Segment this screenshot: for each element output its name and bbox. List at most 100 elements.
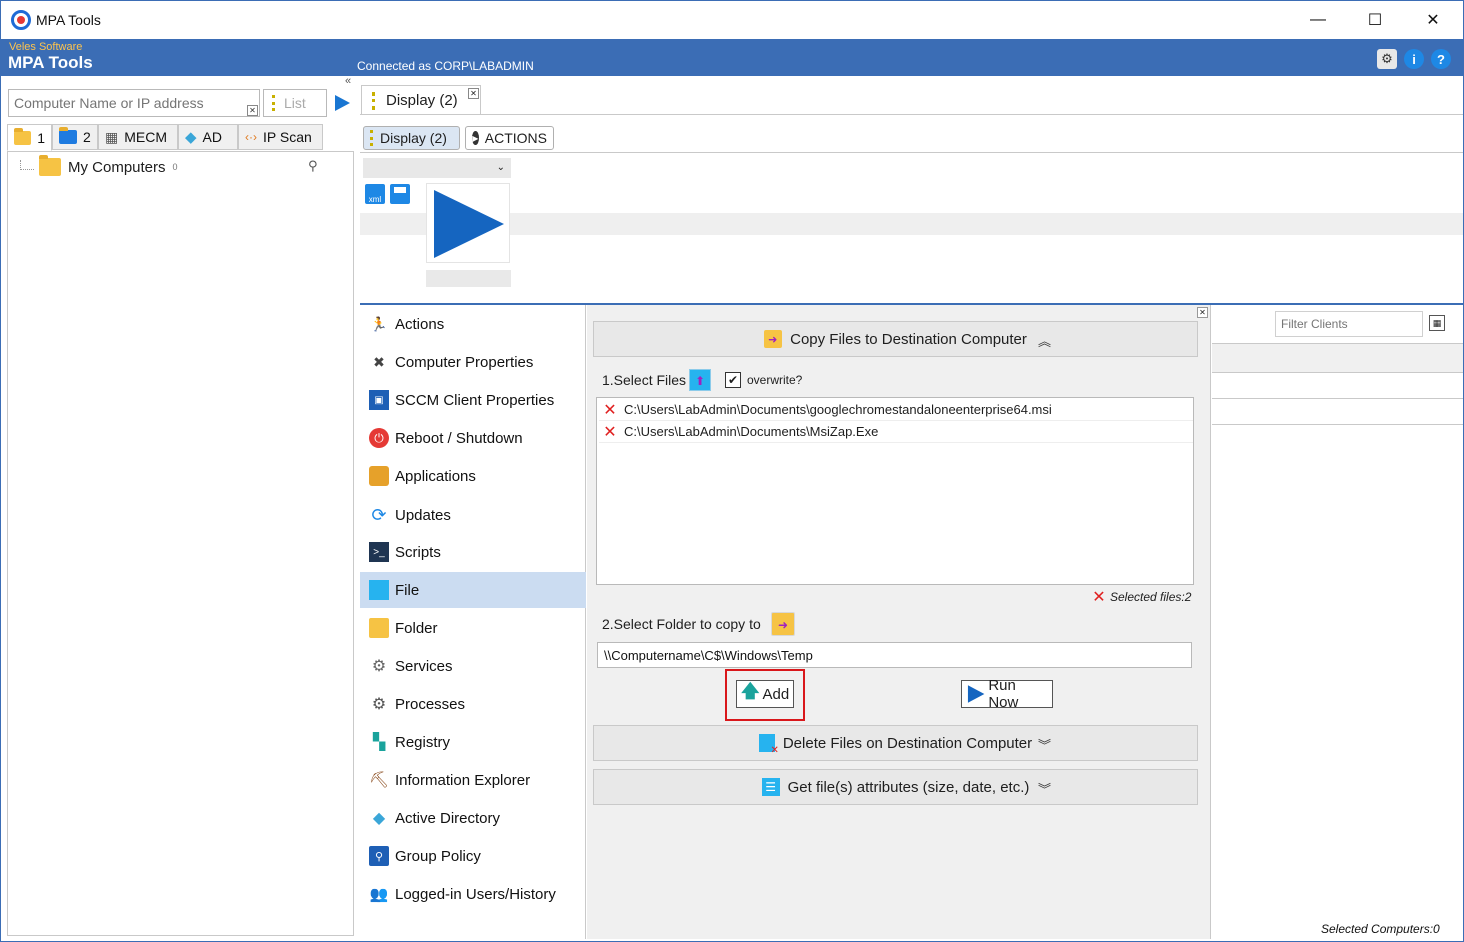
- subtab-display[interactable]: Display (2): [363, 126, 460, 150]
- tab-mecm[interactable]: ▦ MECM: [98, 124, 178, 150]
- category-actions[interactable]: 🏃 Actions: [360, 306, 586, 342]
- large-play-icon: [434, 190, 504, 258]
- tab-ip-scan[interactable]: ‹·› IP Scan: [238, 124, 323, 150]
- display-icon: [372, 91, 376, 110]
- window-title: MPA Tools: [36, 12, 101, 28]
- go-play-button[interactable]: [329, 89, 355, 117]
- chevron-up-icon: ︽: [1037, 334, 1051, 349]
- delete-file-icon: ✕: [758, 734, 779, 756]
- select-files-label: 1.Select Files: [602, 372, 687, 388]
- category-list: 🏃 Actions ✖ Computer Properties ▣ SCCM Clie…: [360, 305, 586, 939]
- destination-folder-input[interactable]: [597, 642, 1192, 668]
- pickaxe-icon: ⛏: [368, 772, 390, 789]
- tree-item-my-computers[interactable]: My Computers 0: [39, 155, 178, 176]
- view-dropdown[interactable]: ⌄: [363, 158, 511, 178]
- subtab-actions[interactable]: ▶ ACTIONS: [465, 126, 554, 150]
- chevron-down-icon: ︾: [1037, 782, 1051, 797]
- run-now-button[interactable]: Run Now: [961, 677, 1053, 711]
- tab-display[interactable]: Display (2): [361, 85, 481, 115]
- highlight-box: [725, 669, 805, 721]
- category-services[interactable]: ⚙ Services: [360, 648, 586, 684]
- users-icon: 👥: [369, 886, 389, 903]
- play-button-caption-area: [426, 270, 511, 287]
- selected-files-list[interactable]: ✕ C:\Users\LabAdmin\Documents\googlechro…: [596, 397, 1194, 585]
- computer-search-input[interactable]: [8, 89, 260, 117]
- minimize-button[interactable]: —: [1295, 7, 1341, 33]
- display-icon: [370, 130, 374, 146]
- category-registry[interactable]: ▚ Registry: [360, 724, 586, 760]
- category-applications[interactable]: Applications: [360, 458, 586, 494]
- tools-icon: ✖: [373, 353, 385, 370]
- category-updates[interactable]: ⟳ Updates: [360, 497, 586, 533]
- close-button[interactable]: ✕: [1410, 7, 1456, 33]
- play-icon: [967, 685, 985, 703]
- clients-header: [1212, 343, 1463, 372]
- overwrite-checkbox[interactable]: ✔: [725, 372, 741, 388]
- category-file[interactable]: File: [360, 572, 586, 608]
- remove-icon[interactable]: ✕: [602, 422, 618, 442]
- list-button[interactable]: List: [263, 89, 327, 117]
- overwrite-label: overwrite?: [747, 373, 803, 387]
- briefcase-icon: [369, 466, 389, 486]
- filter-clients-input[interactable]: [1275, 311, 1423, 337]
- category-logged-in-users[interactable]: 👥 Logged-in Users/History: [360, 876, 586, 912]
- maximize-button[interactable]: ☐: [1352, 7, 1398, 33]
- file-actions-panel: ➜ Copy Files to Destination Computer ︽ 1…: [587, 305, 1211, 939]
- category-sccm-client-properties[interactable]: ▣ SCCM Client Properties: [360, 382, 586, 418]
- list-item[interactable]: ✕ C:\Users\LabAdmin\Documents\googlechro…: [599, 399, 1193, 421]
- info-icon[interactable]: i: [1404, 49, 1424, 69]
- refresh-icon: ⟳: [371, 504, 387, 525]
- product-name: MPA Tools: [8, 53, 93, 72]
- selected-files-status: ✕ Selected files:2: [1091, 587, 1192, 607]
- run-play-button[interactable]: [426, 183, 510, 263]
- category-information-explorer[interactable]: ⛏ Information Explorer: [360, 762, 586, 798]
- vendor-name: Veles Software: [9, 41, 83, 53]
- export-xml-icon[interactable]: xml: [365, 184, 385, 204]
- calculator-icon[interactable]: ▦: [1429, 315, 1445, 331]
- sccm-icon: ▣: [369, 390, 389, 410]
- list-label: List: [284, 95, 306, 111]
- remove-icon[interactable]: ✕: [602, 400, 618, 420]
- select-files-icon[interactable]: ⬆: [689, 369, 711, 391]
- selected-computers-count: Selected Computers:0: [1321, 922, 1440, 936]
- terminal-icon: >_: [369, 542, 389, 562]
- tab-group-1[interactable]: 1: [7, 124, 52, 151]
- folder-icon: [39, 155, 61, 176]
- tab-group-2[interactable]: 2: [52, 124, 98, 150]
- connection-status: Connected as CORP\LABADMIN: [357, 59, 534, 73]
- process-icon: ⚙: [371, 696, 387, 713]
- copy-files-header[interactable]: ➜ Copy Files to Destination Computer ︽: [593, 321, 1198, 357]
- category-processes[interactable]: ⚙ Processes: [360, 686, 586, 722]
- chevron-down-icon: ︾: [1037, 738, 1051, 753]
- find-icon[interactable]: ⚲: [308, 158, 318, 174]
- app-logo-icon: [11, 10, 31, 30]
- file-attributes-header[interactable]: ☰ Get file(s) attributes (size, date, et…: [593, 769, 1198, 805]
- save-icon[interactable]: [390, 184, 410, 204]
- registry-icon: ▚: [372, 734, 386, 751]
- run-icon: 🏃: [370, 315, 388, 332]
- clear-files-icon[interactable]: ✕: [1091, 587, 1107, 607]
- clear-search-icon[interactable]: ✕: [247, 105, 258, 116]
- folder-icon: [14, 127, 32, 145]
- category-computer-properties[interactable]: ✖ Computer Properties: [360, 344, 586, 380]
- select-folder-icon[interactable]: ➜: [771, 612, 795, 636]
- list-item[interactable]: ✕ C:\Users\LabAdmin\Documents\MsiZap.Exe: [599, 421, 1193, 443]
- mecm-icon: ▦: [105, 128, 119, 145]
- category-group-policy[interactable]: ⚲ Group Policy: [360, 838, 586, 874]
- collapse-left-pane-icon[interactable]: «: [345, 75, 351, 87]
- divider: [1212, 424, 1463, 425]
- category-folder[interactable]: Folder: [360, 610, 586, 646]
- category-scripts[interactable]: >_ Scripts: [360, 534, 586, 570]
- category-active-directory[interactable]: ◆ Active Directory: [360, 800, 586, 836]
- tab-ad[interactable]: ◆ AD: [178, 124, 238, 150]
- settings-gear-icon[interactable]: ⚙: [1377, 49, 1397, 69]
- category-reboot-shutdown[interactable]: ⏻ Reboot / Shutdown: [360, 420, 586, 456]
- delete-files-header[interactable]: ✕ Delete Files on Destination Computer ︾: [593, 725, 1198, 761]
- divider: [1212, 343, 1463, 344]
- ad-icon: ◆: [185, 129, 197, 146]
- toolbar-band: [360, 213, 1463, 235]
- close-tab-icon[interactable]: ✕: [468, 88, 479, 99]
- close-panel-icon[interactable]: ✕: [1197, 307, 1208, 318]
- computer-tree: My Computers 0 ⚲: [7, 151, 354, 936]
- help-icon[interactable]: ?: [1431, 49, 1451, 69]
